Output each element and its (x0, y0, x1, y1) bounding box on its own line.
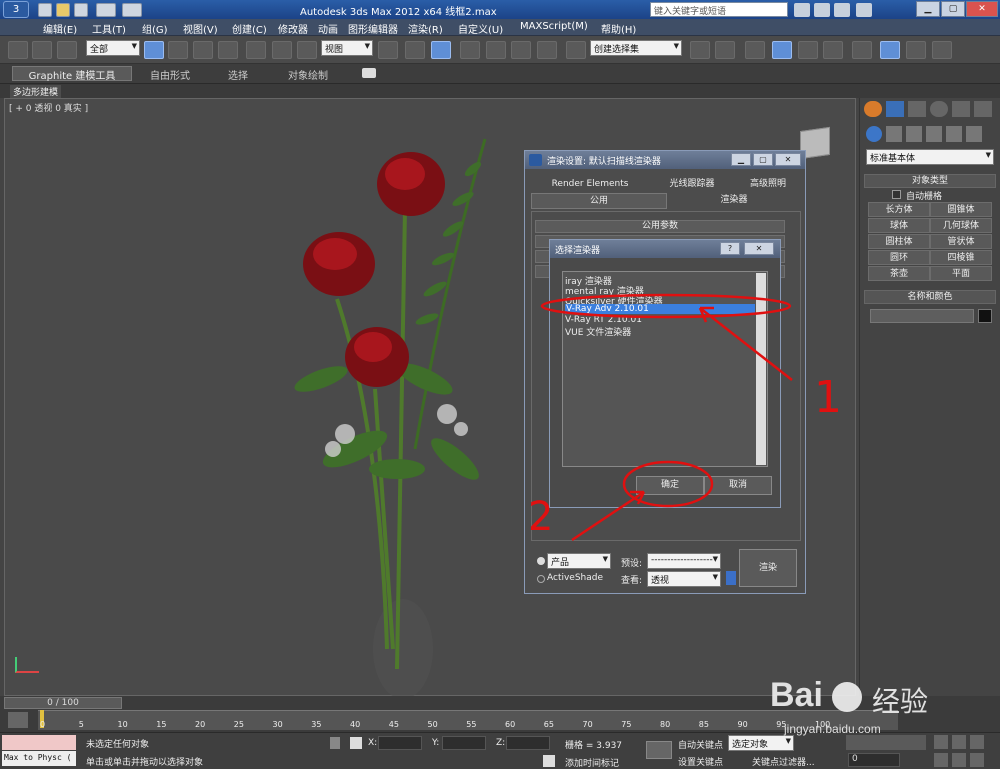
zoom-extents-icon[interactable] (970, 735, 984, 749)
timeline-tick-label: 50 (427, 720, 438, 729)
z-label: Z: (496, 738, 506, 748)
annotation-overlay: 1 2 (528, 293, 842, 542)
grid-spacing: 栅格 = 3.937 (565, 741, 623, 751)
timeline-tick-label: 20 (195, 720, 206, 729)
maxscript-pink-field[interactable] (2, 735, 76, 750)
watermark-jingyan: 经验 (872, 685, 929, 718)
maxscript-listener[interactable]: Max to Physc ( (2, 751, 76, 766)
auto-key-button[interactable]: 自动关键点 (678, 738, 723, 751)
y-coord-input[interactable] (442, 736, 486, 750)
baidu-watermark: Bai 经验 jingyan.baidu.com (770, 672, 970, 742)
timeline-tick-label: 60 (505, 720, 516, 729)
abs-mode-icon[interactable] (350, 737, 362, 749)
watermark-url: jingyan.baidu.com (784, 722, 881, 736)
key-filters-button[interactable]: 关键点过滤器... (752, 755, 815, 768)
timeline-tick-label: 40 (350, 720, 361, 729)
baidu-paw-icon (832, 682, 862, 712)
x-coord-input[interactable] (378, 736, 422, 750)
selection-status: 未选定任何对象 (86, 740, 150, 750)
maximize-viewport-icon[interactable] (970, 753, 984, 767)
timeline-tick-label: 45 (388, 720, 399, 729)
add-time-tag-icon[interactable] (543, 755, 555, 767)
annotation-number-1: 1 (814, 372, 842, 423)
timeline-tick-label: 5 (78, 720, 84, 729)
prompt-line: 单击或单击并拖动以选择对象 (86, 758, 204, 768)
pan-icon[interactable] (934, 753, 948, 767)
timeline-tick-label: 10 (117, 720, 128, 729)
frame-counter: 0 / 100 (47, 698, 79, 708)
lock-selection-icon[interactable] (330, 737, 340, 749)
timeline-tick-label: 65 (543, 720, 554, 729)
time-slider[interactable]: 0 / 100 (4, 697, 122, 709)
current-frame-input[interactable]: 0 (848, 753, 900, 767)
timeline-tick-label: 25 (233, 720, 244, 729)
timeline-tick-label: 55 (466, 720, 477, 729)
add-time-tag[interactable]: 添加时间标记 (565, 756, 619, 769)
x-label: X: (368, 738, 378, 748)
timeline-tick-label: 0 (40, 720, 46, 729)
timeline-tick-label: 30 (272, 720, 283, 729)
timeline-tick-label: 15 (156, 720, 167, 729)
timeline-tick-label: 90 (737, 720, 748, 729)
y-label: Y: (432, 738, 440, 748)
timeline-tick-label: 80 (660, 720, 671, 729)
timeline-tick-label: 70 (582, 720, 593, 729)
timeline-tick-label: 75 (621, 720, 632, 729)
orbit-icon[interactable] (952, 753, 966, 767)
timeline-tick-label: 85 (698, 720, 709, 729)
annotation-number-2: 2 (528, 494, 553, 540)
set-key-button[interactable]: 设置关键点 (678, 755, 723, 768)
z-coord-input[interactable] (506, 736, 550, 750)
set-key-icon[interactable] (646, 741, 672, 759)
watermark-brand: Bai (770, 676, 823, 714)
timeline-tick-label: 35 (311, 720, 322, 729)
